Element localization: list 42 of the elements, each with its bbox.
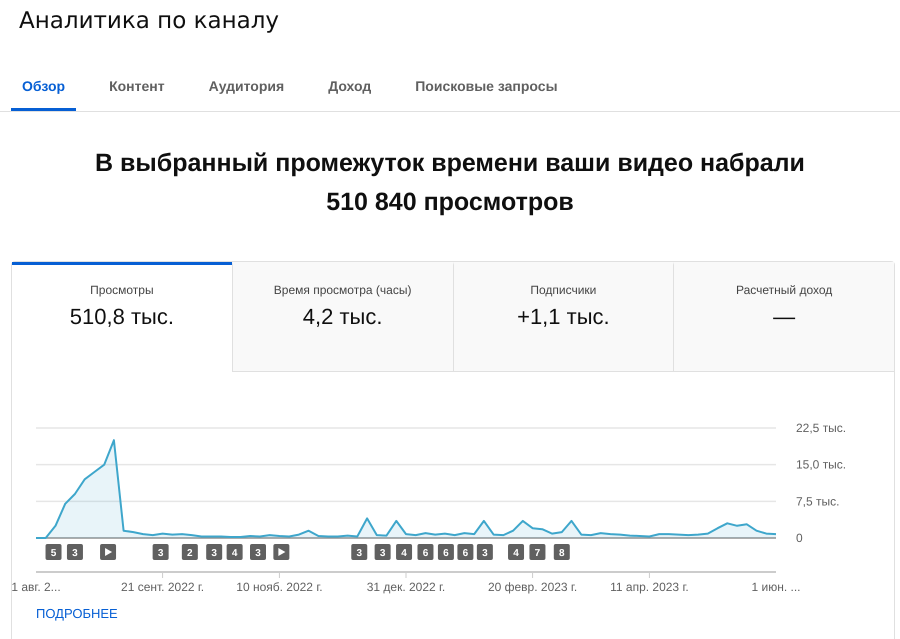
x-axis-label: 1 июн. ... xyxy=(752,580,800,594)
event-marker[interactable]: 3 xyxy=(476,544,493,560)
event-marker[interactable]: 6 xyxy=(457,544,474,560)
event-marker[interactable]: 3 xyxy=(250,544,266,560)
x-axis-label: 10 нояб. 2022 г. xyxy=(236,580,323,594)
metric-tab[interactable]: Подписчики +1,1 тыс. xyxy=(452,262,674,372)
page-title: Аналитика по каналу xyxy=(18,7,280,36)
video-marker[interactable] xyxy=(100,544,116,560)
tab[interactable]: Доход xyxy=(317,72,382,111)
event-marker[interactable]: 4 xyxy=(508,544,524,560)
event-marker[interactable]: 8 xyxy=(554,544,570,560)
tab[interactable]: Контент xyxy=(98,72,176,111)
y-axis-label: 15,0 тыс. xyxy=(796,458,846,472)
more-link[interactable]: ПОДРОБНЕЕ xyxy=(36,606,118,621)
x-axis-label: 1 авг. 2... xyxy=(11,580,61,594)
video-marker[interactable] xyxy=(273,544,290,560)
event-marker[interactable]: 3 xyxy=(206,544,222,560)
event-marker[interactable]: 3 xyxy=(66,544,83,560)
event-marker[interactable]: 4 xyxy=(396,544,412,560)
event-marker[interactable]: 2 xyxy=(182,544,198,560)
tab[interactable]: Поисковые запросы xyxy=(404,72,569,111)
x-axis-label: 31 дек. 2022 г. xyxy=(366,580,446,594)
headline: В выбранный промежуток времени ваши видео набрали xyxy=(94,148,806,179)
event-marker[interactable]: 6 xyxy=(417,544,434,560)
event-marker[interactable]: 3 xyxy=(152,544,169,560)
event-marker[interactable]: 3 xyxy=(374,544,391,560)
metric-tab[interactable]: Время просмотра (часы) 4,2 тыс. xyxy=(232,262,452,372)
metric-tab[interactable]: Расчетный доход — xyxy=(673,262,894,372)
x-axis-label: 21 сент. 2022 г. xyxy=(121,580,204,594)
x-axis-label: 11 апр. 2023 г. xyxy=(610,580,689,594)
y-axis-label: 0 xyxy=(796,531,803,545)
x-axis-label: 20 февр. 2023 г. xyxy=(488,580,578,594)
event-marker[interactable]: 7 xyxy=(529,544,546,560)
y-axis-label: 7,5 тыс. xyxy=(796,494,840,508)
tab[interactable]: Обзор xyxy=(11,72,76,111)
headline: 510 840 просмотров xyxy=(325,187,575,218)
event-marker[interactable]: 4 xyxy=(226,544,243,560)
tab[interactable]: Аудитория xyxy=(198,72,296,111)
y-axis-label: 22,5 тыс. xyxy=(796,421,846,435)
event-marker[interactable]: 5 xyxy=(46,544,62,560)
event-marker[interactable]: 3 xyxy=(351,544,368,560)
event-marker[interactable]: 6 xyxy=(438,544,454,560)
